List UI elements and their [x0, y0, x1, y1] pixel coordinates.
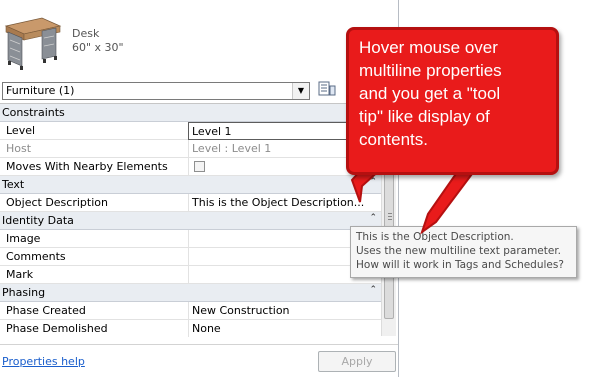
chevron-down-icon[interactable]: ▼ — [292, 83, 309, 99]
tooltip-line: This is the Object Description. — [356, 231, 514, 243]
collapse-chevron-icon[interactable]: ⌃ — [369, 285, 377, 295]
property-label: Level — [6, 124, 36, 137]
phase-created-field[interactable]: New Construction — [188, 302, 381, 319]
palette-footer: Properties help Apply — [0, 344, 398, 378]
group-phasing[interactable]: Phasing ⌃ — [0, 284, 381, 302]
grip-line — [388, 216, 392, 217]
group-text[interactable]: Text ⌃ — [0, 176, 381, 194]
property-label: Image — [6, 232, 41, 245]
object-description-value: This is the Object Description... — [192, 196, 365, 209]
annotation-callout: Hover mouse over multiline properties an… — [346, 27, 559, 175]
phase-demolished-field[interactable]: None — [188, 320, 381, 337]
callout-line: and you get a "tool — [359, 84, 501, 103]
property-level[interactable]: Level Level 1 — [0, 122, 381, 140]
property-label: Moves With Nearby Elements — [6, 160, 168, 173]
callout-line: tip" like display of — [359, 107, 490, 126]
properties-help-link[interactable]: Properties help — [2, 355, 85, 368]
callout-line: multiline properties — [359, 61, 502, 80]
moves-with-nearby-checkbox[interactable] — [194, 161, 205, 172]
property-mark[interactable]: Mark — [0, 266, 381, 284]
level-value: Level 1 — [192, 125, 232, 138]
property-comments[interactable]: Comments — [0, 248, 381, 266]
group-label: Identity Data — [2, 214, 74, 227]
group-label: Constraints — [2, 106, 65, 119]
collapse-chevron-icon[interactable]: ⌃ — [369, 177, 377, 187]
collapse-chevron-icon[interactable]: ⌃ — [369, 213, 377, 223]
property-phase-demolished[interactable]: Phase Demolished None — [0, 320, 381, 337]
grip-line — [388, 219, 392, 220]
apply-button[interactable]: Apply — [318, 351, 396, 372]
phase-created-value: New Construction — [192, 304, 290, 317]
property-label: Comments — [6, 250, 66, 263]
instance-filter-dropdown[interactable]: Furniture (1) ▼ — [2, 82, 310, 100]
family-name: Desk — [72, 27, 100, 40]
group-label: Phasing — [2, 286, 46, 299]
property-label: Mark — [6, 268, 34, 281]
properties-palette: Desk 60" x 30" Furniture (1) ▼ Constrain… — [0, 0, 399, 377]
property-moves-with-nearby[interactable]: Moves With Nearby Elements — [0, 158, 381, 176]
tooltip-line: How will it work in Tags and Schedules? — [356, 259, 564, 271]
tooltip-line: Uses the new multiline text parameter. — [356, 245, 562, 257]
property-object-description[interactable]: Object Description This is the Object De… — [0, 194, 381, 212]
callout-line: contents. — [359, 130, 428, 149]
property-label: Phase Created — [6, 304, 86, 317]
grip-line — [388, 213, 392, 214]
property-host: Host Level : Level 1 — [0, 140, 381, 158]
phase-demolished-value: None — [192, 322, 221, 335]
description-tooltip: This is the Object Description. Uses the… — [350, 226, 577, 278]
property-label: Phase Demolished — [6, 322, 108, 335]
property-label: Host — [6, 142, 32, 155]
host-value: Level : Level 1 — [192, 142, 272, 155]
type-name: 60" x 30" — [72, 41, 124, 54]
group-label: Text — [2, 178, 25, 191]
object-description-field[interactable]: This is the Object Description... — [188, 194, 381, 211]
property-phase-created[interactable]: Phase Created New Construction — [0, 302, 381, 320]
group-identity-data[interactable]: Identity Data ⌃ — [0, 212, 381, 230]
edit-type-icon[interactable] — [318, 80, 336, 98]
properties-grid: Constraints Level Level 1 Host Level : L… — [0, 103, 381, 337]
instance-filter-value: Furniture (1) — [6, 84, 75, 97]
property-label: Object Description — [6, 196, 108, 209]
desk-thumbnail-icon — [4, 17, 62, 70]
type-selector[interactable]: Desk 60" x 30" — [0, 0, 398, 78]
callout-arrow-down — [420, 166, 474, 235]
group-constraints[interactable]: Constraints — [0, 104, 381, 122]
callout-line: Hover mouse over — [359, 38, 498, 57]
property-image[interactable]: Image — [0, 230, 381, 248]
